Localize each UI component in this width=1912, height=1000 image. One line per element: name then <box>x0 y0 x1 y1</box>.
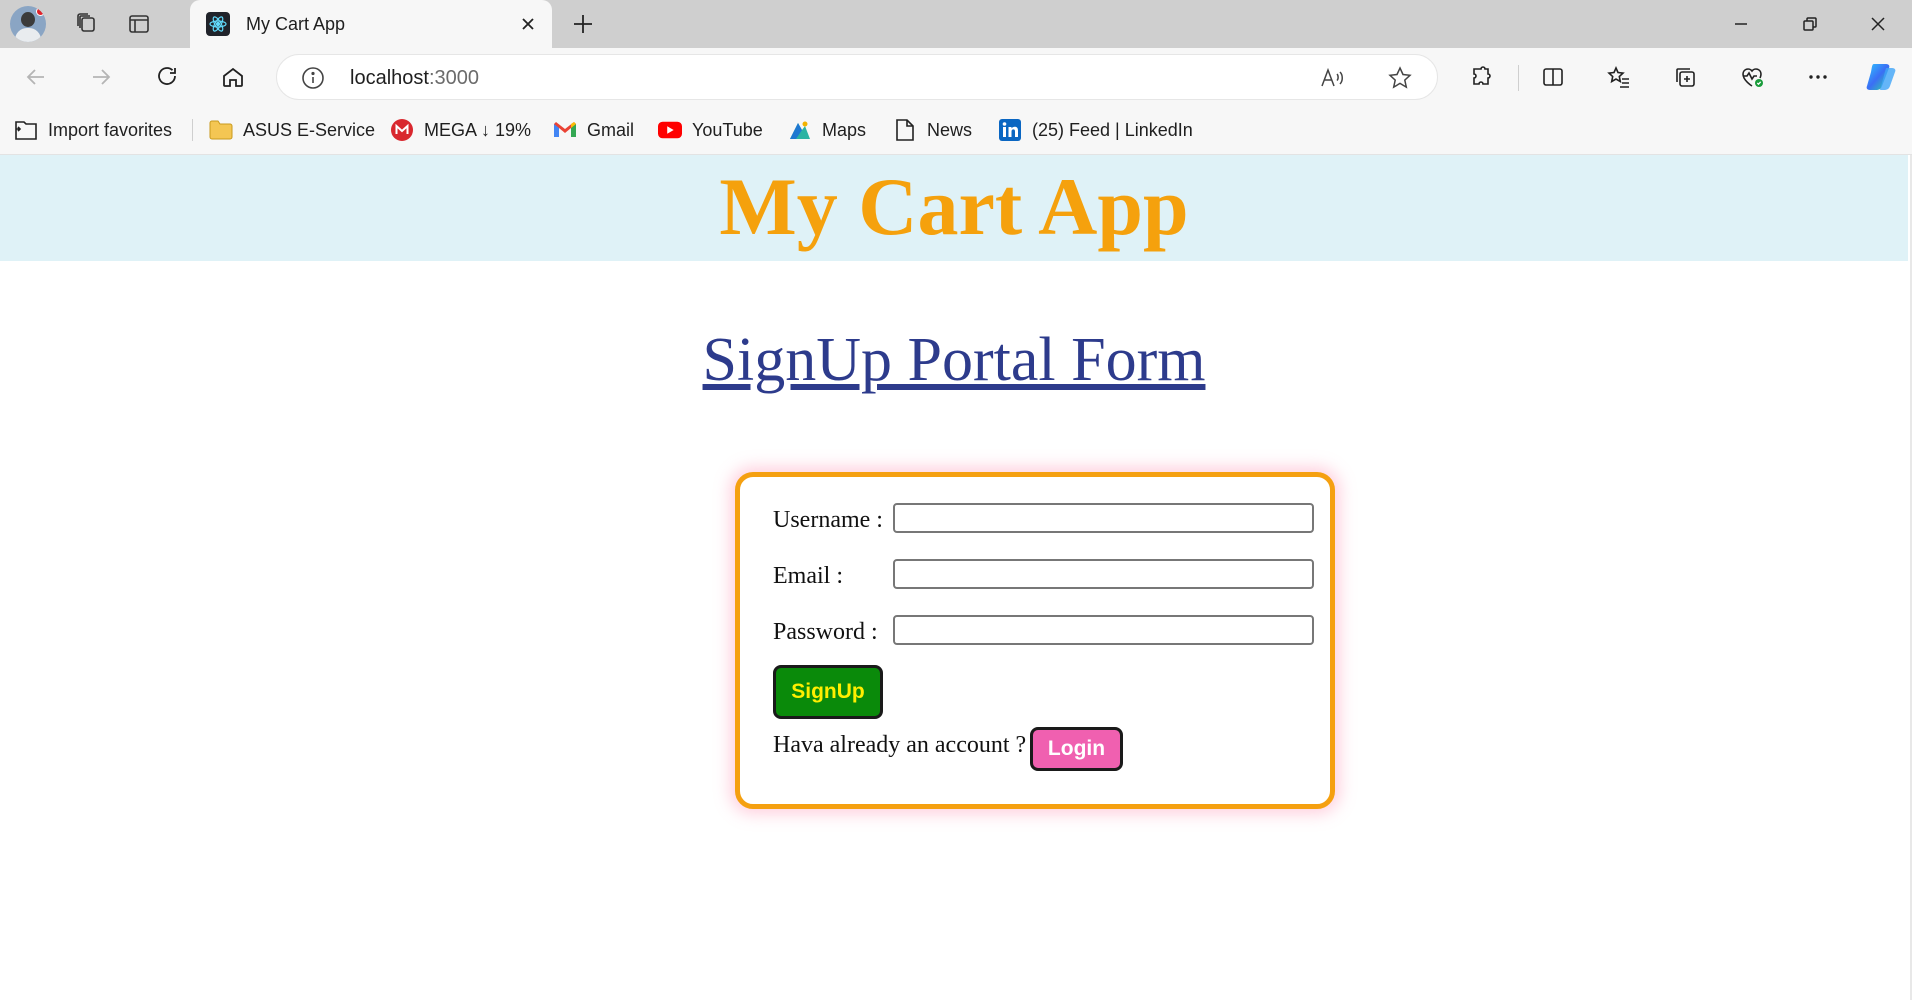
favorites-icon[interactable] <box>1600 58 1638 96</box>
favorite-import[interactable]: Import favorites <box>14 105 172 155</box>
import-icon <box>14 118 38 142</box>
tab-strip: My Cart App <box>0 0 1912 48</box>
page-viewport: My Cart App SignUp Portal Form Username … <box>0 155 1912 1000</box>
login-button[interactable]: Login <box>1030 727 1123 771</box>
active-tab[interactable]: My Cart App <box>190 0 552 48</box>
folder-icon <box>209 118 233 142</box>
app-header: My Cart App <box>0 155 1908 261</box>
mega-icon <box>390 118 414 142</box>
split-screen-icon[interactable] <box>1534 58 1572 96</box>
signup-button[interactable]: SignUp <box>773 665 883 719</box>
minimize-icon[interactable] <box>1707 0 1775 48</box>
password-input[interactable] <box>893 615 1314 645</box>
linkedin-icon <box>998 118 1022 142</box>
email-label: Email : <box>773 563 843 589</box>
password-row: Password : <box>740 613 1340 653</box>
username-row: Username : <box>740 501 1340 541</box>
restore-icon[interactable] <box>1776 0 1844 48</box>
toolbar-divider <box>1518 65 1519 91</box>
copilot-icon[interactable] <box>1862 58 1900 96</box>
url-text[interactable]: localhost:3000 <box>350 67 479 90</box>
close-tab-icon[interactable] <box>514 10 542 38</box>
username-label: Username : <box>773 507 883 533</box>
window-close-icon[interactable] <box>1844 0 1912 48</box>
browser-toolbar: localhost:3000 <box>0 48 1912 105</box>
new-tab-button[interactable] <box>566 7 600 41</box>
email-row: Email : <box>740 557 1340 597</box>
add-favorite-icon[interactable] <box>1387 65 1413 96</box>
favorite-linkedin[interactable]: (25) Feed | LinkedIn <box>998 105 1193 155</box>
tab-title: My Cart App <box>246 14 346 34</box>
collections-icon[interactable] <box>1666 58 1704 96</box>
vertical-tabs-icon[interactable] <box>122 7 156 41</box>
read-aloud-icon[interactable] <box>1319 65 1345 96</box>
home-icon[interactable] <box>214 58 252 96</box>
password-label: Password : <box>773 619 878 645</box>
app-title: My Cart App <box>719 161 1189 252</box>
gmail-icon <box>553 118 577 142</box>
notification-dot <box>36 7 45 16</box>
forward-icon[interactable] <box>82 58 120 96</box>
favorite-gmail[interactable]: Gmail <box>553 105 634 155</box>
refresh-icon[interactable] <box>148 58 186 96</box>
site-info-icon[interactable] <box>301 66 325 95</box>
favorite-maps[interactable]: Maps <box>788 105 866 155</box>
favorites-divider <box>192 119 193 141</box>
signup-form: Username : Email : Password : SignUp Hav… <box>735 472 1335 809</box>
have-account-text: Hava already an account ? <box>773 732 1027 758</box>
youtube-icon <box>658 118 682 142</box>
more-options-icon[interactable] <box>1799 58 1837 96</box>
favorite-youtube[interactable]: YouTube <box>658 105 763 155</box>
extensions-icon[interactable] <box>1462 58 1500 96</box>
favorite-asus[interactable]: ASUS E-Service <box>209 105 375 155</box>
address-bar[interactable]: localhost:3000 <box>276 54 1438 100</box>
maps-icon <box>788 118 812 142</box>
portal-title[interactable]: SignUp Portal Form <box>0 325 1908 395</box>
email-input[interactable] <box>893 559 1314 589</box>
username-input[interactable] <box>893 503 1314 533</box>
back-icon[interactable] <box>17 58 55 96</box>
favorite-mega[interactable]: MEGA ↓ 19% <box>390 105 531 155</box>
react-icon <box>206 12 230 36</box>
document-icon <box>893 118 917 142</box>
favorite-news[interactable]: News <box>893 105 972 155</box>
favorites-bar: Import favorites ASUS E-Service MEGA ↓ 1… <box>0 105 1912 155</box>
workspaces-icon[interactable] <box>70 7 104 41</box>
profile-avatar[interactable] <box>10 6 46 42</box>
browser-essentials-icon[interactable] <box>1733 58 1771 96</box>
